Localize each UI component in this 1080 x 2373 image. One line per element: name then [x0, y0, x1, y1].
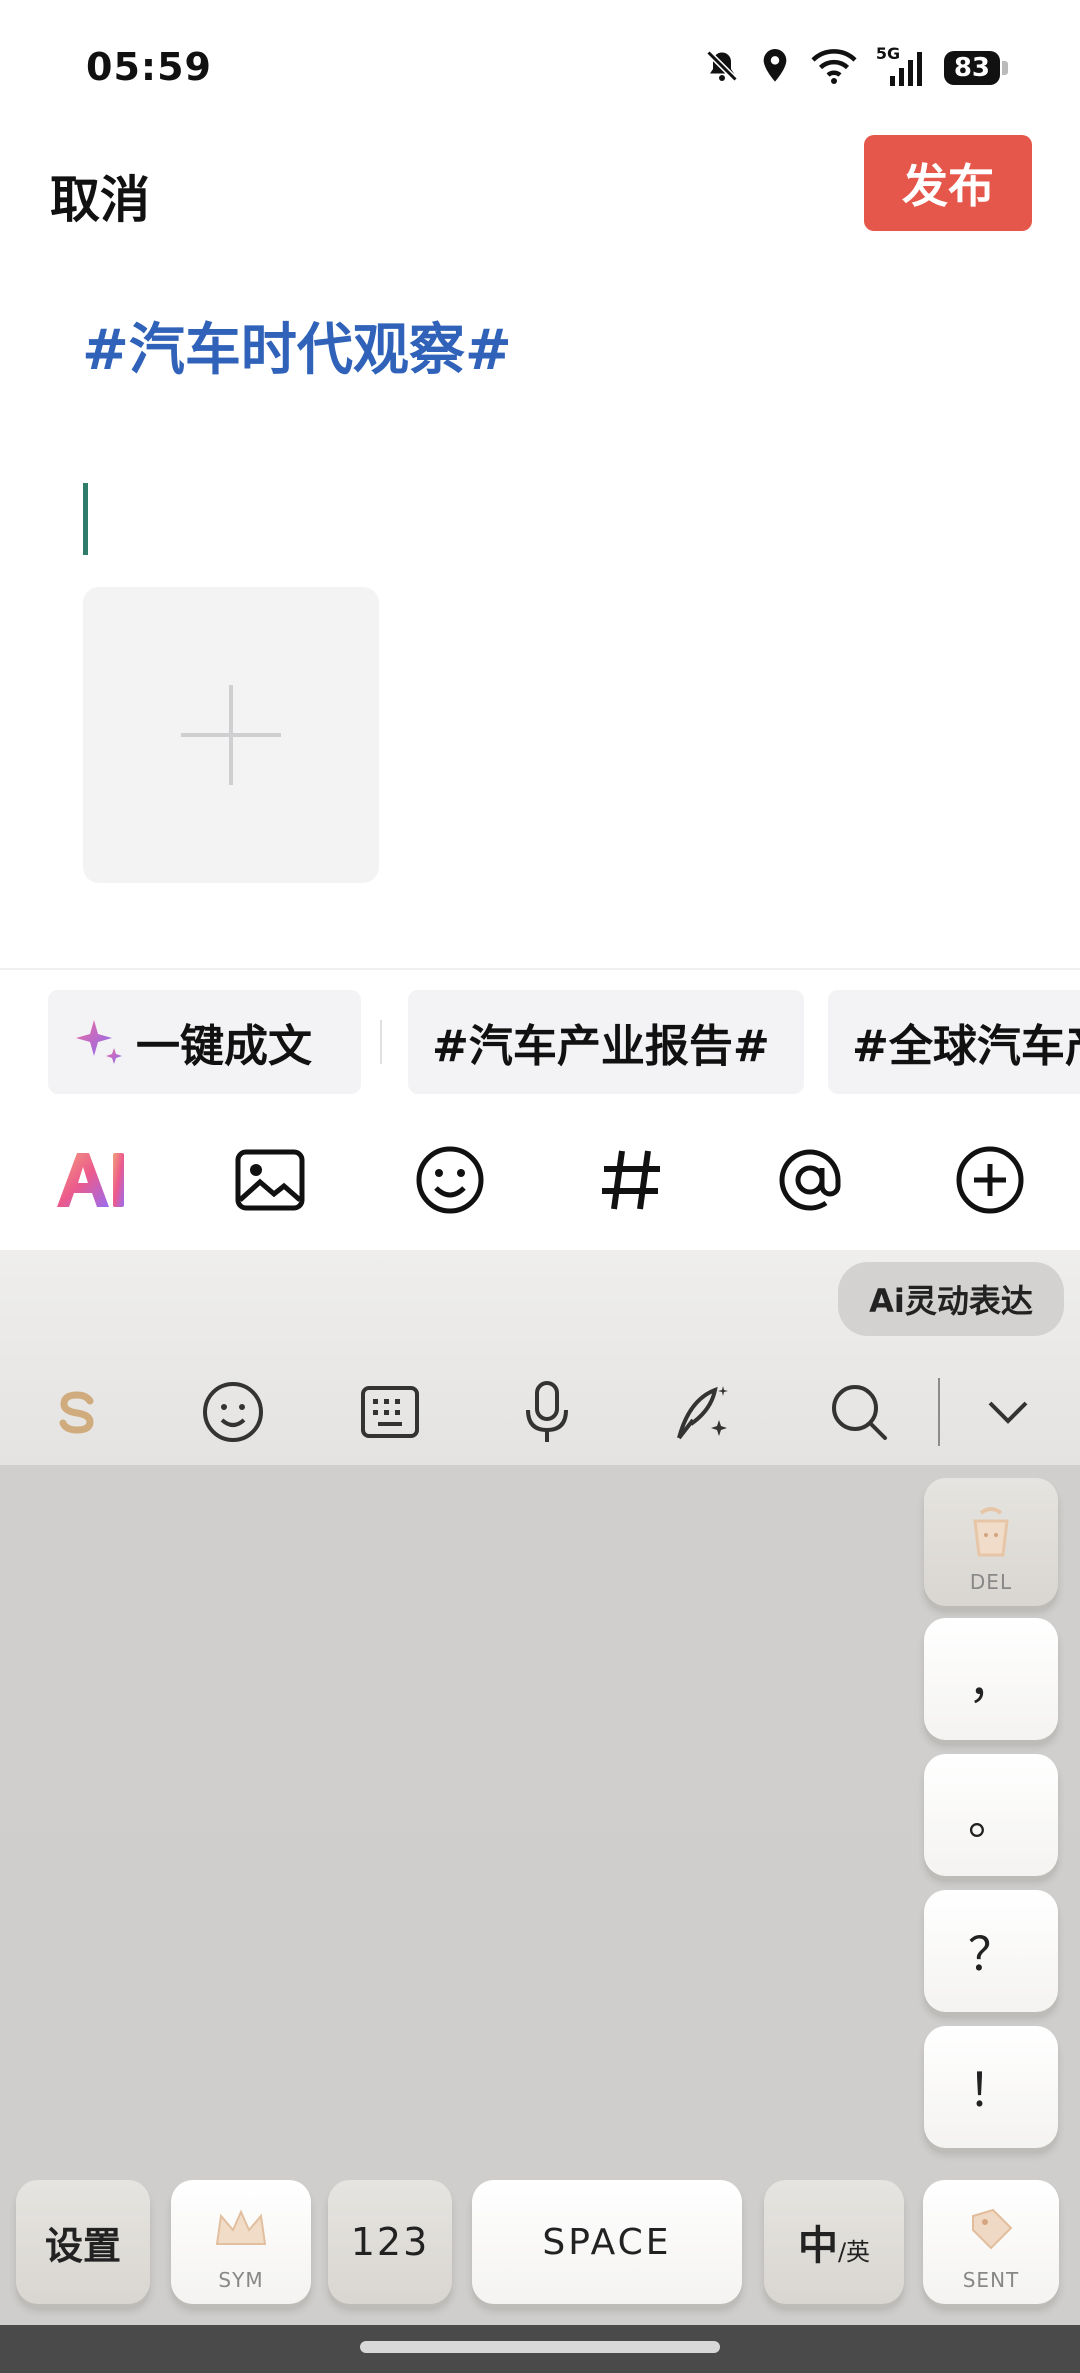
- cancel-button[interactable]: 取消: [50, 160, 150, 232]
- delete-key[interactable]: DEL: [924, 1478, 1058, 1606]
- send-key-label: SENT: [962, 2268, 1020, 2292]
- hashtag-chip[interactable]: #全球汽车产业报告#: [828, 990, 1080, 1094]
- status-time: 05:59: [86, 45, 212, 89]
- space-key[interactable]: SPACE: [472, 2180, 742, 2304]
- number-key[interactable]: 123: [328, 2180, 452, 2304]
- chip-separator: [380, 1020, 382, 1064]
- suggestion-bar: 一键成文 #汽车产业报告# #全球汽车产业报告#: [0, 990, 1080, 1096]
- send-key[interactable]: SENT: [923, 2180, 1059, 2304]
- keyboard: Ai灵动表达 DEL ， 。 ？ ！ 设置 SYM 123 SPACE 中 /英…: [0, 1250, 1080, 2373]
- comma-key[interactable]: ，: [924, 1618, 1058, 1740]
- emoji-icon[interactable]: [395, 1125, 505, 1235]
- add-circle-icon[interactable]: [935, 1125, 1045, 1235]
- period-key[interactable]: 。: [924, 1754, 1058, 1876]
- topic-tag[interactable]: #汽车时代观察#: [82, 305, 512, 386]
- microphone-icon[interactable]: [502, 1362, 592, 1462]
- toolbar-separator: [938, 1378, 940, 1446]
- image-icon[interactable]: [215, 1125, 325, 1235]
- status-icons: 5G 83: [704, 44, 1009, 89]
- home-indicator[interactable]: [360, 2341, 720, 2353]
- search-icon[interactable]: [814, 1362, 904, 1462]
- language-main: 中: [797, 2223, 838, 2269]
- language-sub: /英: [837, 2237, 871, 2266]
- plus-icon: [181, 685, 281, 785]
- ai-write-chip[interactable]: 一键成文: [48, 990, 361, 1094]
- language-switch-key[interactable]: 中 /英: [764, 2180, 904, 2304]
- collapse-icon[interactable]: [963, 1362, 1053, 1462]
- send-icon: [972, 2208, 1013, 2250]
- symbol-key[interactable]: SYM: [171, 2180, 311, 2304]
- delete-icon: [973, 1507, 1009, 1557]
- hashtag-icon[interactable]: [576, 1125, 686, 1235]
- exclamation-key[interactable]: ！: [924, 2026, 1058, 2148]
- system-nav-bar: [0, 2325, 1080, 2373]
- ai-icon[interactable]: [36, 1125, 146, 1235]
- emoji-icon[interactable]: [188, 1362, 278, 1462]
- sparkle-icon: [76, 1020, 122, 1064]
- question-key[interactable]: ？: [924, 1890, 1058, 2012]
- hashtag-chip[interactable]: #汽车产业报告#: [408, 990, 804, 1094]
- wifi-icon: [810, 48, 858, 88]
- status-bar: 05:59 5G 83: [0, 0, 1080, 130]
- add-image-button[interactable]: [83, 587, 379, 883]
- sogou-logo-icon[interactable]: [32, 1362, 122, 1462]
- text-cursor: [83, 483, 88, 555]
- composer-toolbar: [0, 1125, 1080, 1235]
- location-icon: [758, 47, 792, 89]
- mention-icon[interactable]: [755, 1125, 865, 1235]
- ai-expression-button[interactable]: Ai灵动表达: [838, 1262, 1064, 1336]
- keyboard-toolbar: [0, 1362, 1080, 1462]
- crown-icon: [215, 2209, 267, 2245]
- ai-write-label: 一键成文: [136, 1021, 312, 1072]
- delete-key-sub: DEL: [969, 1570, 1013, 1594]
- battery-icon: 83: [943, 51, 1009, 85]
- handwriting-icon[interactable]: [658, 1362, 748, 1462]
- settings-key[interactable]: 设置: [16, 2180, 150, 2304]
- keyboard-icon[interactable]: [345, 1362, 435, 1462]
- symbol-key-label: SYM: [218, 2268, 264, 2292]
- bell-off-icon: [704, 48, 740, 88]
- signal-icon: 5G: [876, 44, 926, 88]
- divider: [0, 968, 1080, 970]
- composer-header: 取消 发布: [0, 130, 1080, 250]
- publish-button[interactable]: 发布: [864, 135, 1032, 231]
